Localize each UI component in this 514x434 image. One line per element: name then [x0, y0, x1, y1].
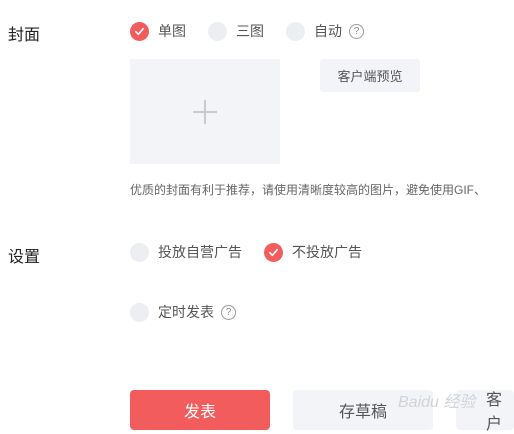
scheduled-publish-label: 定时发表 — [158, 304, 214, 320]
radio-icon[interactable] — [130, 242, 149, 262]
help-icon[interactable]: ? — [349, 23, 364, 39]
cover-hint-text: 优质的封面有利于推荐，请使用清晰度较高的图片，避免使用GIF、 — [130, 183, 487, 197]
cover-image-upload[interactable] — [130, 59, 280, 164]
baidu-watermark: Baidu 经验 — [398, 394, 476, 411]
cover-option-auto[interactable]: 自动 ? — [286, 19, 364, 43]
settings-section-label: 设置 — [8, 249, 41, 266]
checked-radio-icon[interactable] — [130, 21, 149, 41]
radio-icon[interactable] — [130, 302, 149, 322]
client-preview-button[interactable]: 客户端预览 — [320, 59, 420, 92]
ad-option-none[interactable]: 不投放广告 — [264, 240, 362, 264]
scheduled-publish-option[interactable]: 定时发表 ? — [130, 300, 236, 324]
ad-option-self[interactable]: 投放自营广告 — [130, 240, 242, 264]
cover-section-label: 封面 — [8, 27, 41, 44]
ad-option-none-label: 不投放广告 — [292, 244, 362, 260]
cover-option-auto-label: 自动 — [314, 23, 342, 39]
plus-icon — [193, 99, 217, 124]
checked-radio-icon[interactable] — [264, 242, 283, 262]
cover-option-single[interactable]: 单图 — [130, 19, 186, 43]
publish-button[interactable]: 发表 — [130, 390, 270, 430]
cover-option-single-label: 单图 — [158, 23, 186, 39]
ad-option-self-label: 投放自营广告 — [158, 244, 242, 260]
cover-option-triple-label: 三图 — [236, 23, 264, 39]
radio-icon[interactable] — [208, 21, 227, 41]
help-icon[interactable]: ? — [221, 304, 236, 320]
radio-icon[interactable] — [286, 21, 305, 41]
cover-option-triple[interactable]: 三图 — [208, 19, 264, 43]
